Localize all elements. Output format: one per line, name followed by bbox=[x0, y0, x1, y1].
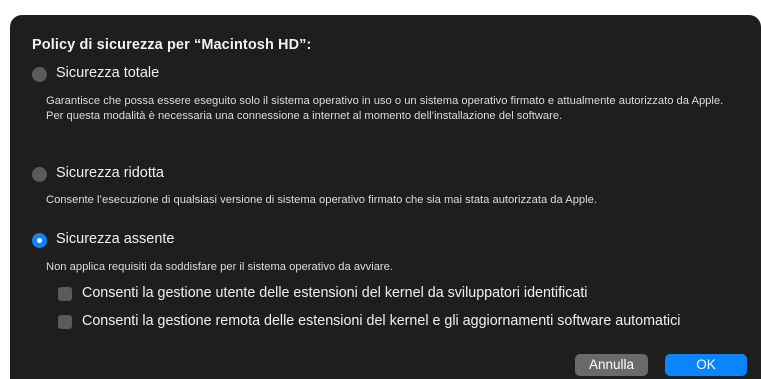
security-policy-dialog: Policy di sicurezza per “Macintosh HD”: … bbox=[10, 15, 761, 379]
option-label[interactable]: Sicurezza assente bbox=[56, 231, 174, 247]
cancel-button[interactable]: Annulla bbox=[575, 354, 648, 376]
radio-dot-icon bbox=[37, 238, 42, 243]
ok-button[interactable]: OK bbox=[665, 354, 747, 376]
radio-button-selected[interactable] bbox=[32, 233, 47, 248]
dialog-title: Policy di sicurezza per “Macintosh HD”: bbox=[32, 37, 312, 53]
checkbox[interactable] bbox=[58, 287, 72, 301]
checkbox-label[interactable]: Consenti la gestione remota delle estens… bbox=[82, 313, 680, 329]
option-label[interactable]: Sicurezza ridotta bbox=[56, 165, 164, 181]
radio-button[interactable] bbox=[32, 67, 47, 82]
option-description: Non applica requisiti da soddisfare per … bbox=[46, 261, 393, 273]
option-label[interactable]: Sicurezza totale bbox=[56, 65, 159, 81]
checkbox[interactable] bbox=[58, 315, 72, 329]
option-description: Garantisce che possa essere eseguito sol… bbox=[46, 95, 724, 122]
checkbox-label[interactable]: Consenti la gestione utente delle estens… bbox=[82, 285, 587, 301]
option-description: Consente l’esecuzione di qualsiasi versi… bbox=[46, 194, 597, 206]
radio-button[interactable] bbox=[32, 167, 47, 182]
